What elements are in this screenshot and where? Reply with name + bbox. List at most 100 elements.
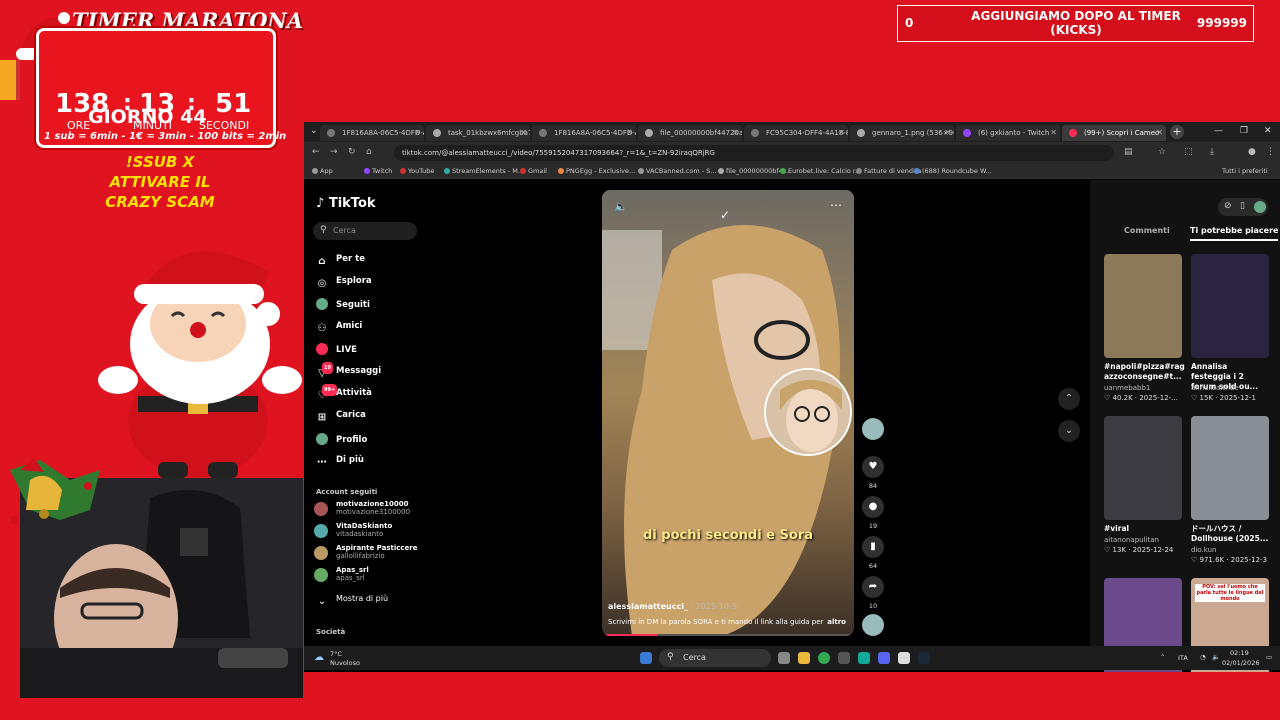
close-window-icon[interactable]: ✕ <box>1264 126 1272 136</box>
volume-icon[interactable]: 🔈 <box>614 200 628 213</box>
suggested-video-user[interactable]: uanmebabb1 <box>1104 384 1182 392</box>
nav-messaggi[interactable]: ▽ 19 Messaggi <box>316 362 381 380</box>
weather-desc[interactable]: Nuvoloso <box>330 659 360 667</box>
bookmark-item[interactable]: Eurobet.live: Calcio r... <box>780 167 861 175</box>
windows-start-icon[interactable] <box>640 652 652 664</box>
nav-profilo[interactable]: Profilo <box>316 433 367 445</box>
suggested-video-thumbnail[interactable] <box>1191 416 1269 520</box>
extensions-icon[interactable]: ⬚ <box>1184 147 1193 157</box>
search-input[interactable]: ⚲ Cerca <box>313 222 417 240</box>
new-tab-button[interactable]: + <box>1170 125 1184 139</box>
close-tab-icon[interactable]: ✕ <box>732 128 739 137</box>
suggested-video-thumbnail[interactable] <box>1191 254 1269 358</box>
suggested-video-thumbnail[interactable] <box>1104 416 1182 520</box>
browser-tab[interactable]: 1F816A8A-06C5-4DFD-A ✕ <box>320 125 424 141</box>
tab-commenti[interactable]: Commenti <box>1124 226 1170 235</box>
nav-live[interactable]: LIVE <box>316 343 357 355</box>
menu-dots-icon[interactable]: ⋮ <box>1266 147 1275 157</box>
browser-tab[interactable]: gennaro_1.png (536×960)✕ <box>850 125 954 141</box>
app-icon[interactable] <box>838 652 850 664</box>
video-progress-bar[interactable] <box>602 634 854 636</box>
discord-icon[interactable] <box>878 652 890 664</box>
home-icon[interactable]: ⌂ <box>366 147 372 157</box>
chrome-icon[interactable] <box>818 652 830 664</box>
bookmark-item[interactable]: StreamElements - M... <box>444 167 524 175</box>
tab-list-icon[interactable]: ⌄ <box>310 126 318 136</box>
volume-icon[interactable]: 🔈 <box>1212 653 1220 661</box>
nav-seguiti[interactable]: Seguiti <box>316 298 370 310</box>
bookmark-item[interactable]: YouTube <box>400 167 434 175</box>
avatar[interactable] <box>1254 201 1266 213</box>
suggested-video-title[interactable]: #napoli#pizza#rag azzoconsegne#t... <box>1104 362 1185 382</box>
download-icon[interactable]: ⤓ <box>1210 147 1214 157</box>
bookmark-item[interactable]: PNGEgg - Exclusive... <box>558 167 635 175</box>
tray-chevron-icon[interactable]: ⌃ <box>1160 653 1165 661</box>
edge-icon[interactable] <box>858 652 870 664</box>
nav-di-piu[interactable]: ⋯ Di più <box>316 455 364 469</box>
next-video-button[interactable]: ⌄ <box>1058 420 1080 442</box>
video-author[interactable]: alessiamatteucci_ · 2025-10-9 <box>608 602 737 611</box>
suggested-video-user[interactable]: aitanonapulitan <box>1104 536 1182 544</box>
language-indicator[interactable]: ITA <box>1178 654 1188 662</box>
reload-icon[interactable]: ↻ <box>348 147 356 157</box>
browser-tab[interactable]: FC95C304-DFF4-4A18-8 ✕ <box>744 125 848 141</box>
close-tab-icon[interactable]: ✕ <box>944 128 951 137</box>
bookmark-item[interactable]: VACBanned.com - S... <box>638 167 716 175</box>
bookmark-item[interactable]: Twitch <box>364 167 392 175</box>
suggested-video-thumbnail[interactable] <box>1104 254 1182 358</box>
settings-icon[interactable]: ⊘ <box>1224 201 1232 211</box>
bookmark-star-icon[interactable]: ☆ <box>1158 147 1166 157</box>
nav-esplora[interactable]: ◎ Esplora <box>316 276 372 290</box>
device-icon[interactable]: ▯ <box>1240 201 1245 211</box>
taskbar-search[interactable]: ⚲ Cerca <box>659 649 771 667</box>
more-description-link[interactable]: altro <box>827 618 846 626</box>
profile-avatar-icon[interactable]: ● <box>1248 147 1256 157</box>
app-icon[interactable] <box>898 652 910 664</box>
bookmark-item[interactable]: (688) Roundcube W... <box>914 167 992 175</box>
suggested-video-user[interactable]: dio.kun <box>1191 546 1269 554</box>
comment-button[interactable]: ● 19 <box>860 496 886 530</box>
minimize-icon[interactable]: — <box>1214 126 1223 136</box>
close-tab-icon[interactable]: ✕ <box>838 128 845 137</box>
close-tab-icon[interactable]: ✕ <box>1156 128 1163 137</box>
show-more-button[interactable]: ⌄ Mostra di più <box>316 594 388 608</box>
notifications-icon[interactable]: ▭ <box>1266 653 1272 661</box>
suggested-video-user[interactable]: annalisa.tribe <box>1191 384 1269 392</box>
suggested-video-title[interactable]: ドールハウス / Dollhouse (2025... <box>1191 524 1269 544</box>
nav-attivita[interactable]: ♡ 99+ Attività <box>316 384 372 402</box>
video-menu-icon[interactable]: ⋯ <box>830 198 842 212</box>
steam-icon[interactable] <box>918 652 930 664</box>
tab-ti-potrebbe-piacere[interactable]: Ti potrebbe piacere <box>1190 226 1279 241</box>
bookmark-item[interactable]: App <box>312 167 333 175</box>
nav-amici[interactable]: ⚇ Amici <box>316 321 363 335</box>
browser-tab[interactable]: 1F816A8A-06C5-4DFD-A ✕ <box>532 125 636 141</box>
tiktok-logo[interactable]: ♪ TikTok <box>316 196 376 211</box>
author-avatar-button[interactable] <box>860 418 886 440</box>
previous-video-button[interactable]: ⌃ <box>1058 388 1080 410</box>
nav-per-te[interactable]: ⌂ Per te <box>316 254 365 268</box>
suggested-video-title[interactable]: #viral <box>1104 524 1182 534</box>
share-button[interactable]: ➦ 10 <box>860 576 886 610</box>
file-explorer-icon[interactable] <box>798 652 810 664</box>
browser-tab[interactable]: file_00000000bf44720aa ✕ <box>638 125 742 141</box>
all-bookmarks[interactable]: Tutti i preferiti <box>1222 167 1268 175</box>
video-player[interactable]: 🔈 ✓ ⋯ di pochi secondi e Sora alessiamat… <box>602 190 854 636</box>
bookmark-item[interactable]: Gmail <box>520 167 547 175</box>
save-button[interactable]: ▮ 64 <box>860 536 886 570</box>
clock-time[interactable]: 02:19 <box>1230 649 1249 657</box>
bookmark-item[interactable]: file_00000000bf4... <box>718 167 789 175</box>
nav-carica[interactable]: ⊞ Carica <box>316 410 366 424</box>
bookmark-item[interactable]: Fatture di vendita <box>856 167 921 175</box>
maximize-icon[interactable]: ❐ <box>1240 126 1248 136</box>
task-view-icon[interactable] <box>778 652 790 664</box>
like-button[interactable]: ♥ 84 <box>860 456 886 490</box>
translate-icon[interactable]: ▤ <box>1124 147 1133 157</box>
close-tab-icon[interactable]: ✕ <box>626 128 633 137</box>
close-tab-icon[interactable]: ✕ <box>414 128 421 137</box>
forward-icon[interactable]: → <box>330 147 338 157</box>
close-tab-icon[interactable]: ✕ <box>1050 128 1057 137</box>
url-field[interactable]: tiktok.com/@alessiamatteucci_/video/7559… <box>394 145 1114 161</box>
clock-date[interactable]: 02/01/2026 <box>1222 659 1259 667</box>
browser-tab[interactable]: task_01kbzwx6mfcgba7 ✕ <box>426 125 530 141</box>
wifi-icon[interactable]: ◔ <box>1200 653 1206 661</box>
